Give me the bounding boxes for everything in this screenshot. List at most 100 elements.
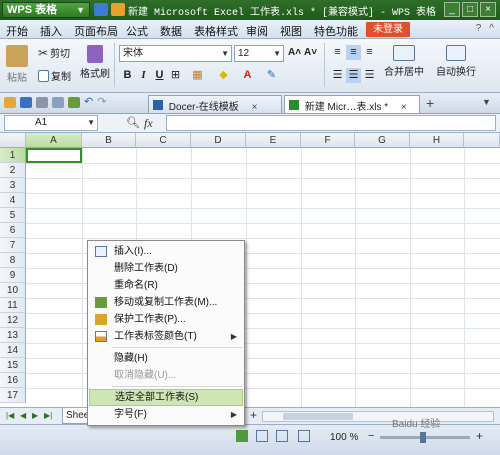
- context-menu-item-move-copy[interactable]: 移动或复制工作表(M)...: [89, 294, 243, 311]
- context-menu-item-delete-sheet[interactable]: 删除工作表(D): [89, 260, 243, 277]
- font-name-select[interactable]: 宋体 ▼: [119, 45, 232, 62]
- scrollbar-thumb[interactable]: [283, 413, 353, 420]
- formula-input[interactable]: [166, 115, 496, 131]
- help-icon[interactable]: ?: [476, 23, 482, 34]
- align-top-icon[interactable]: ≡: [330, 45, 345, 60]
- save-icon[interactable]: [20, 97, 32, 108]
- normal-view-icon[interactable]: [236, 430, 248, 442]
- context-menu-item-rename[interactable]: 重命名(R): [89, 277, 243, 294]
- row-header[interactable]: 10: [0, 283, 26, 298]
- row-header[interactable]: 7: [0, 238, 26, 253]
- align-center-icon[interactable]: ☰: [346, 68, 361, 83]
- first-sheet-icon[interactable]: |◀: [6, 411, 14, 420]
- wrap-text-button[interactable]: 自动换行: [436, 45, 476, 78]
- row-header[interactable]: 8: [0, 253, 26, 268]
- row-header[interactable]: 16: [0, 373, 26, 388]
- menu-data[interactable]: 数据: [160, 23, 182, 39]
- new-tab-icon[interactable]: +: [426, 95, 434, 111]
- redo-icon[interactable]: ↷: [97, 97, 106, 108]
- fill-color-icon[interactable]: ◆: [216, 68, 231, 83]
- column-header[interactable]: A: [26, 133, 82, 148]
- menu-view[interactable]: 视图: [280, 23, 302, 39]
- shrink-font-icon[interactable]: A˅: [304, 47, 317, 58]
- row-header[interactable]: 9: [0, 268, 26, 283]
- align-bottom-icon[interactable]: ≡: [362, 45, 377, 60]
- column-header[interactable]: E: [246, 133, 301, 148]
- last-sheet-icon[interactable]: ▶|: [44, 411, 52, 420]
- page-layout-view-icon[interactable]: [256, 430, 268, 442]
- insert-function-icon[interactable]: fx: [144, 116, 153, 131]
- menu-formulas[interactable]: 公式: [126, 23, 148, 39]
- tab-workbook[interactable]: 新建 Micr…表.xls * ×: [284, 95, 420, 113]
- context-menu-item-select-all-sheets[interactable]: 选定全部工作表(S): [89, 389, 243, 406]
- merge-center-button[interactable]: 合并居中: [384, 45, 424, 78]
- spreadsheet-grid[interactable]: A B C D E F G H 1 2 3 4 5 6 7 8 9 10 11 …: [0, 133, 500, 407]
- tab-docer-templates[interactable]: Docer-在线模板 ×: [148, 95, 282, 113]
- column-header[interactable]: [464, 133, 500, 148]
- context-menu-item-font-size[interactable]: 字号(F) ▶: [89, 406, 243, 423]
- zoom-slider-knob[interactable]: [420, 432, 426, 443]
- next-sheet-icon[interactable]: ▶: [32, 411, 38, 420]
- row-header[interactable]: 14: [0, 343, 26, 358]
- column-header[interactable]: H: [410, 133, 464, 148]
- chevron-down-icon[interactable]: ▼: [482, 97, 491, 107]
- menu-special-features[interactable]: 特色功能: [314, 23, 358, 39]
- zoom-formula-icon[interactable]: 🔍︎: [126, 116, 140, 129]
- maximize-icon[interactable]: □: [462, 2, 478, 17]
- format-painter-button[interactable]: 格式刷: [80, 45, 110, 80]
- page-break-view-icon[interactable]: [276, 430, 288, 442]
- context-menu-item-insert[interactable]: 插入(I)...: [89, 243, 243, 260]
- column-header[interactable]: B: [82, 133, 136, 148]
- zoom-out-icon[interactable]: −: [368, 430, 374, 442]
- select-all-corner[interactable]: [0, 133, 26, 148]
- active-cell-a1[interactable]: [26, 148, 82, 163]
- close-icon[interactable]: ×: [401, 102, 407, 113]
- row-header[interactable]: 12: [0, 313, 26, 328]
- align-middle-icon[interactable]: ≡: [346, 45, 361, 60]
- grow-font-icon[interactable]: A˄: [288, 47, 301, 58]
- login-button[interactable]: 未登录: [366, 22, 410, 37]
- column-header[interactable]: C: [136, 133, 191, 148]
- print-preview-icon[interactable]: [52, 97, 64, 108]
- row-header[interactable]: 2: [0, 163, 26, 178]
- menu-page-layout[interactable]: 页面布局: [74, 23, 118, 39]
- menu-review[interactable]: 审阅: [246, 23, 268, 39]
- column-header[interactable]: G: [355, 133, 410, 148]
- copy-button[interactable]: 复制: [38, 68, 71, 83]
- align-left-icon[interactable]: ☰: [330, 68, 345, 83]
- row-header[interactable]: 11: [0, 298, 26, 313]
- row-header[interactable]: 4: [0, 193, 26, 208]
- save-icon[interactable]: [94, 3, 108, 16]
- add-sheet-icon[interactable]: +: [250, 408, 257, 422]
- bold-button[interactable]: B: [120, 68, 135, 83]
- row-header[interactable]: 1: [0, 148, 26, 163]
- close-icon[interactable]: ×: [480, 2, 496, 17]
- context-menu-item-tab-color[interactable]: 工作表标签颜色(T) ▶: [89, 328, 243, 345]
- row-header[interactable]: 3: [0, 178, 26, 193]
- align-right-icon[interactable]: ☰: [362, 68, 377, 83]
- folder-icon[interactable]: [4, 97, 16, 108]
- row-header[interactable]: 17: [0, 388, 26, 403]
- close-icon[interactable]: ×: [252, 102, 258, 113]
- menu-insert[interactable]: 插入: [40, 23, 62, 39]
- cut-button[interactable]: ✂ 剪切: [38, 45, 70, 61]
- zoom-level[interactable]: 100 %: [330, 432, 358, 443]
- print-icon[interactable]: [36, 97, 48, 108]
- column-header[interactable]: D: [191, 133, 246, 148]
- cell-style-icon[interactable]: ▦: [190, 68, 205, 83]
- image-icon[interactable]: [68, 97, 80, 108]
- font-color-icon[interactable]: A: [240, 68, 255, 83]
- zoom-in-icon[interactable]: +: [476, 429, 483, 443]
- wps-app-menu-button[interactable]: WPS 表格 ▼: [2, 2, 90, 18]
- underline-button[interactable]: U: [152, 68, 167, 83]
- column-header[interactable]: F: [301, 133, 355, 148]
- undo-icon[interactable]: ↶: [84, 97, 93, 108]
- borders-icon[interactable]: ⊞: [168, 68, 183, 83]
- context-menu-item-hide[interactable]: 隐藏(H): [89, 350, 243, 367]
- sheet-tab[interactable]: Shee: [62, 408, 88, 424]
- menu-table-style[interactable]: 表格样式: [194, 23, 238, 39]
- paste-button[interactable]: 粘贴: [6, 45, 28, 84]
- minimize-icon[interactable]: _: [444, 2, 460, 17]
- zoom-slider[interactable]: [380, 432, 470, 443]
- font-size-select[interactable]: 12 ▼: [234, 45, 284, 62]
